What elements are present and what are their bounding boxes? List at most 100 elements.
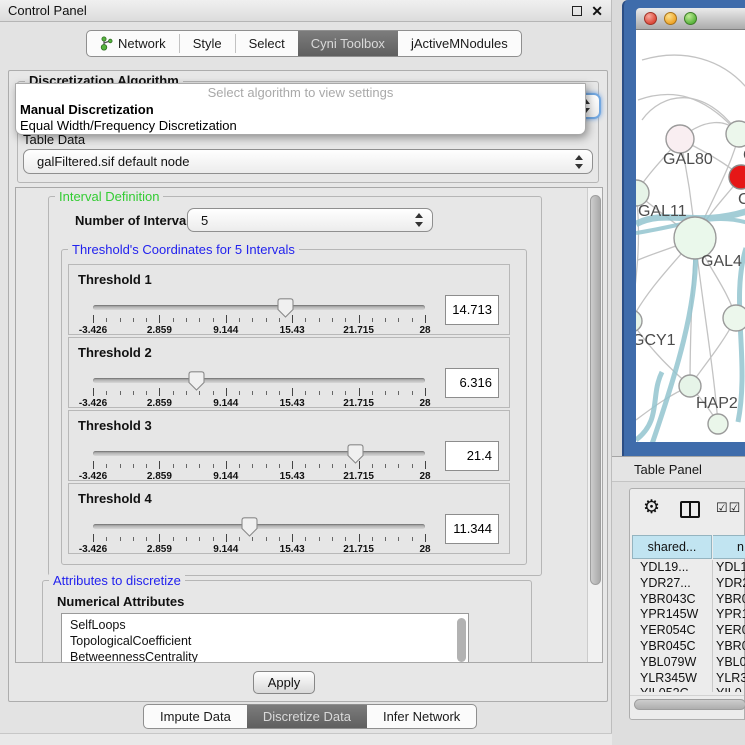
tick-label: 21.715	[343, 544, 374, 555]
threshold-value-field[interactable]: 11.344	[445, 514, 499, 544]
node-gcy1[interactable]	[636, 310, 642, 332]
list-item[interactable]: BetweennessCentrality	[62, 649, 468, 663]
node-partial-right[interactable]	[723, 305, 745, 331]
tick-label: 15.43	[280, 471, 305, 482]
slider-ticks	[93, 388, 425, 397]
table-row[interactable]: YBR043CYBR0	[632, 592, 745, 608]
tick-label: 15.43	[280, 544, 305, 555]
close-traffic-light[interactable]	[644, 12, 657, 25]
node-table-widget: ⚙ ☑☑ shared... n YDL19...YDL1 YDR27...YD…	[629, 488, 745, 720]
thresholds-group-title: Threshold's Coordinates for 5 Intervals	[68, 243, 299, 257]
slider-track[interactable]	[93, 524, 425, 529]
apply-button[interactable]: Apply	[253, 671, 315, 694]
table-row[interactable]: YPR145WYPR1	[632, 607, 745, 623]
num-intervals-label: Number of Intervals	[75, 213, 197, 228]
tab-infer-network[interactable]: Infer Network	[367, 705, 476, 728]
tab-impute-data[interactable]: Impute Data	[144, 705, 247, 728]
tick-label: -3.426	[79, 398, 107, 409]
slider-thumb[interactable]	[241, 517, 258, 537]
network-window-titlebar	[636, 8, 745, 30]
threshold-slider[interactable]: -3.426 2.859 9.144 15.43 21.715 28	[93, 520, 425, 554]
tab-select[interactable]: Select	[236, 31, 298, 56]
table-panel-titlebar: Table Panel	[612, 456, 745, 482]
minimize-traffic-light[interactable]	[664, 12, 677, 25]
attributes-list: SelfLoops TopologicalCoefficient Between…	[61, 613, 469, 663]
column-header-name[interactable]: n	[713, 535, 745, 559]
top-tab-bar: Network Style Select Cyni Toolbox jActiv…	[86, 30, 522, 57]
split-columns-icon[interactable]	[680, 501, 700, 518]
table-row[interactable]: YDL19...YDL1	[632, 560, 745, 576]
tab-jactivemnodules[interactable]: jActiveMNodules	[398, 31, 521, 56]
float-window-icon[interactable]	[572, 6, 582, 16]
threshold-label: Threshold 1	[78, 272, 152, 287]
tick-label: -3.426	[79, 544, 107, 555]
table-row[interactable]: YLR345WYLR3	[632, 671, 745, 687]
list-item[interactable]: TopologicalCoefficient	[62, 633, 468, 649]
tab-discretize-data[interactable]: Discretize Data	[247, 705, 367, 728]
close-icon[interactable]: ✕	[591, 2, 603, 20]
checkbox-icons[interactable]: ☑☑	[716, 500, 741, 516]
table-hscrollbar-track[interactable]	[630, 695, 744, 711]
dropdown-item-manual[interactable]: Manual Discretization	[16, 102, 585, 118]
cyni-settings-panel: Discretization Algorithm Table Data galF…	[8, 70, 608, 702]
threshold-slider[interactable]: -3.426 2.859 9.144 15.43 21.715 28	[93, 374, 425, 408]
settings-scrollbar-track[interactable]	[587, 188, 602, 662]
threshold-slider[interactable]: -3.426 2.859 9.144 15.43 21.715 28	[93, 447, 425, 481]
table-rows: YDL19...YDL1 YDR27...YDR2 YBR043CYBR0 YP…	[632, 560, 745, 692]
slider-track[interactable]	[93, 305, 425, 310]
threshold-value-field[interactable]: 6.316	[445, 368, 499, 398]
table-row[interactable]: YBR045CYBR0	[632, 639, 745, 655]
tick-label: 28	[419, 325, 430, 336]
node-label: HAP2	[696, 395, 738, 412]
slider-thumb[interactable]	[277, 298, 294, 318]
slider-track[interactable]	[93, 378, 425, 383]
tick-label: 2.859	[147, 398, 172, 409]
table-row[interactable]: YDR27...YDR2	[632, 576, 745, 592]
table-row[interactable]: YER054CYER0	[632, 623, 745, 639]
table-row[interactable]: YBL079WYBL0	[632, 655, 745, 671]
list-scrollbar[interactable]	[457, 618, 466, 662]
slider-track[interactable]	[93, 451, 425, 456]
algorithm-dropdown-popup: Select algorithm to view settings Manual…	[15, 83, 586, 135]
tab-network[interactable]: Network	[87, 31, 179, 56]
table-data-combobox[interactable]: galFiltered.sif default node	[23, 149, 593, 174]
num-intervals-combobox[interactable]: 5	[187, 208, 433, 232]
node-partial-bottom[interactable]	[708, 414, 728, 434]
zoom-traffic-light[interactable]	[684, 12, 697, 25]
tick-label: 9.144	[213, 325, 238, 336]
gear-icon[interactable]: ⚙	[643, 496, 660, 519]
settings-scrollbar-thumb[interactable]	[590, 195, 601, 585]
node-hap2[interactable]	[679, 375, 701, 397]
dropdown-item-equal-width[interactable]: Equal Width/Frequency Discretization	[16, 118, 585, 134]
node-gal80[interactable]	[666, 125, 694, 153]
threshold-slider[interactable]: -3.426 2.859 9.144 15.43 21.715 28	[93, 301, 425, 335]
threshold-value-field[interactable]: 14.713	[445, 295, 499, 325]
network-canvas[interactable]: GAL80 G GAL11 GAL4 GCY1 H HAP2 C	[636, 30, 745, 442]
threshold-label: Threshold 4	[78, 491, 152, 506]
combo-arrows-icon	[574, 155, 583, 169]
table-row[interactable]: YIL052CYIL0	[632, 686, 745, 692]
slider-thumb[interactable]	[347, 444, 364, 464]
tab-style[interactable]: Style	[180, 31, 235, 56]
tick-label: 21.715	[343, 471, 374, 482]
node-partial-top-right[interactable]	[726, 121, 745, 147]
node-label: GAL80	[663, 151, 713, 168]
network-view-window[interactable]: GAL80 G GAL11 GAL4 GCY1 H HAP2 C	[622, 0, 745, 456]
tab-cyni-toolbox[interactable]: Cyni Toolbox	[298, 31, 398, 56]
threshold-label: Threshold 3	[78, 418, 152, 433]
column-divider[interactable]	[712, 560, 713, 692]
tick-label: 9.144	[213, 471, 238, 482]
table-hscrollbar-thumb[interactable]	[634, 699, 745, 710]
threshold-panel-2: Threshold 2 -3.426 2.859 9.144 15.43 21.…	[68, 337, 510, 408]
list-item[interactable]: SelfLoops	[62, 617, 468, 633]
combo-arrows-icon	[414, 213, 423, 227]
screenshot-root: Control Panel ✕ Network Style Select Cyn…	[0, 0, 745, 745]
column-header-shared[interactable]: shared...	[632, 535, 712, 559]
attributes-group: Attributes to discretize Numerical Attri…	[42, 580, 532, 663]
panel-title: Control Panel	[8, 0, 87, 22]
settings-scrollpane: Interval Definition Number of Intervals …	[15, 187, 603, 663]
slider-thumb[interactable]	[188, 371, 205, 391]
threshold-value-field[interactable]: 21.4	[445, 441, 499, 471]
tick-label: 21.715	[343, 325, 374, 336]
table-panel-title: Table Panel	[634, 457, 702, 482]
